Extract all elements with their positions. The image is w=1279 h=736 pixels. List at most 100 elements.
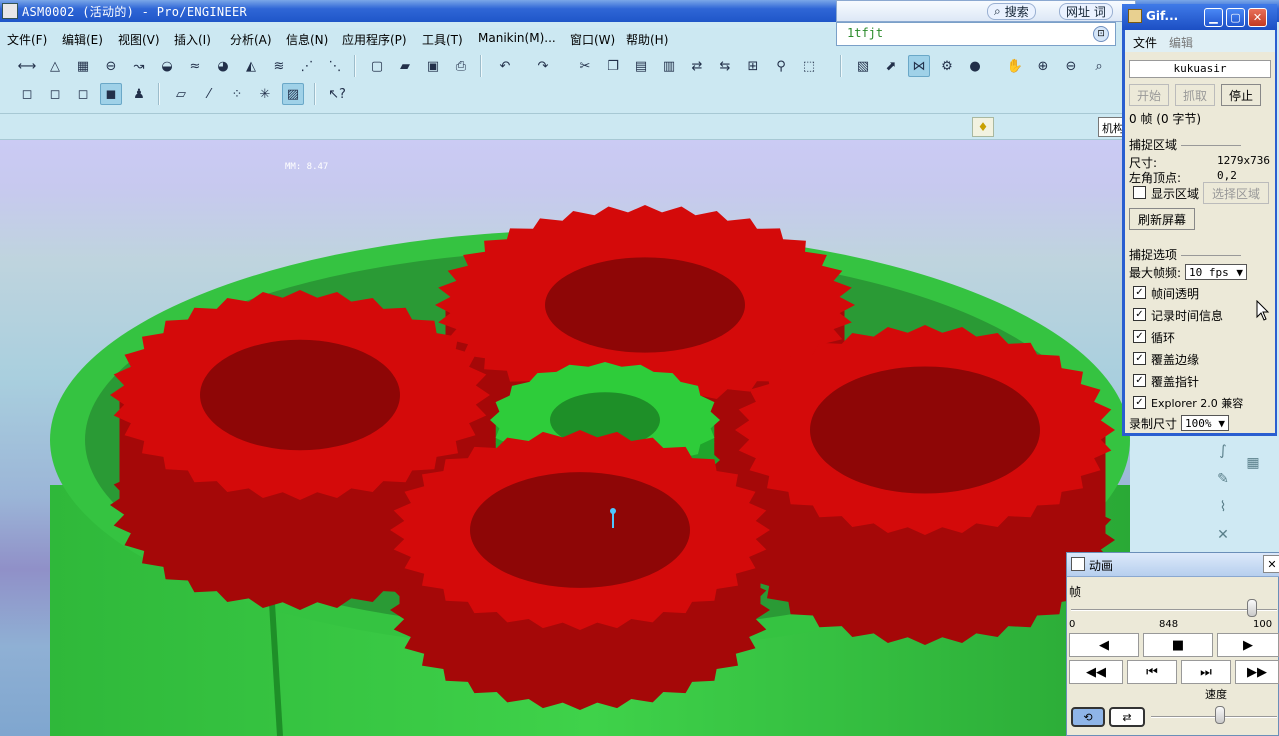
refit-icon[interactable]: ⌕ (1088, 55, 1110, 77)
menu-help[interactable]: 帮助(H) (626, 31, 668, 48)
graphics-window[interactable]: MM: 8.47 (0, 140, 1130, 736)
datum-curve-icon[interactable]: ∫ (1212, 440, 1234, 462)
menu-edit[interactable]: 编辑(E) (62, 31, 103, 48)
curve-analysis-icon[interactable]: ↝ (128, 55, 150, 77)
annotations-icon[interactable]: ▨ (282, 83, 304, 105)
spin-center-icon[interactable]: ⋈ (908, 55, 930, 77)
timeinfo-checkbox[interactable]: ✓ (1133, 308, 1146, 321)
datum-axes-icon[interactable]: ⁄ (198, 83, 220, 105)
rewind-button[interactable]: ◀◀ (1069, 660, 1123, 684)
measure-area-icon[interactable]: △ (44, 55, 66, 77)
datum-points-icon[interactable]: ⁘ (226, 83, 248, 105)
hidden-line-icon[interactable]: ◻ (44, 83, 66, 105)
minimize-button[interactable]: ▁ (1204, 8, 1223, 27)
context-help-icon[interactable]: ↖? (326, 83, 348, 105)
shading-sphere-icon[interactable]: ● (964, 55, 986, 77)
loop-checkbox[interactable]: ✓ (1133, 330, 1146, 343)
maximize-button[interactable]: ▢ (1226, 8, 1245, 27)
tool-cross-icon[interactable]: ✕ (1212, 524, 1234, 546)
animation-close-icon[interactable]: ✕ (1263, 555, 1279, 573)
paste-icon[interactable]: ▤ (630, 55, 652, 77)
mass-properties-icon[interactable]: ▦ (72, 55, 94, 77)
menu-file[interactable]: 文件(F) (7, 31, 47, 48)
shade-analysis-icon[interactable]: ◕ (212, 55, 234, 77)
lightbulb-icon[interactable]: ♦ (972, 117, 994, 137)
search-button[interactable]: ⌕ 搜索 (987, 3, 1036, 20)
refresh-screen-button[interactable]: 刷新屏幕 (1129, 208, 1195, 230)
play-backward-button[interactable]: ◀ (1069, 633, 1139, 657)
speed-slider-thumb[interactable] (1214, 706, 1225, 724)
gif-menu-file[interactable]: 文件 (1133, 34, 1157, 51)
reverse-mode-button[interactable]: ⇄ (1109, 707, 1145, 727)
max-fps-dropdown[interactable]: 10 fps ▼ (1185, 264, 1247, 280)
url-search-button[interactable]: 网址 词 (1059, 3, 1113, 20)
cut-icon[interactable]: ✂ (574, 55, 596, 77)
new-file-icon[interactable]: ▢ (366, 55, 388, 77)
redo-icon[interactable]: ↷ (532, 55, 554, 77)
paste-special-icon[interactable]: ▥ (658, 55, 680, 77)
go-icon[interactable]: ⊡ (1093, 26, 1109, 42)
datum-planes-icon[interactable]: ▱ (170, 83, 192, 105)
section-icon[interactable]: ⊖ (100, 55, 122, 77)
zoom-out-icon[interactable]: ⊖ (1060, 55, 1082, 77)
regen-manager-icon[interactable]: ⇆ (714, 55, 736, 77)
regenerate-icon[interactable]: ⇄ (686, 55, 708, 77)
orient-mode-icon[interactable]: ⚙ (936, 55, 958, 77)
fast-forward-button[interactable]: ▶▶ (1235, 660, 1279, 684)
close-button[interactable]: ✕ (1248, 8, 1267, 27)
sketch-pen-icon[interactable]: ✎ (1212, 468, 1234, 490)
url-input[interactable]: 1tfjt ⊡ (836, 22, 1116, 46)
repaint-icon[interactable]: ▧ (852, 55, 874, 77)
stop-button[interactable]: 停止 (1221, 84, 1261, 106)
pan-hand-icon[interactable]: ✋ (1004, 55, 1026, 77)
menu-tools[interactable]: 工具(T) (422, 31, 463, 48)
reflection-icon[interactable]: ≋ (268, 55, 290, 77)
stop-button[interactable]: ■ (1143, 633, 1213, 657)
shaded-icon[interactable]: ◼ (100, 83, 122, 105)
measure-distance-icon[interactable]: ⟷ (16, 55, 38, 77)
find-icon[interactable]: ⊞ (742, 55, 764, 77)
undo-icon[interactable]: ↶ (494, 55, 516, 77)
binoculars-icon[interactable]: ⚲ (770, 55, 792, 77)
explorer-checkbox[interactable]: ✓ (1133, 396, 1146, 409)
edges-checkbox[interactable]: ✓ (1133, 352, 1146, 365)
record-size-dropdown[interactable]: 100% ▼ (1181, 415, 1229, 431)
wireframe-icon[interactable]: ◻ (16, 83, 38, 105)
curvature-icon[interactable]: ≈ (184, 55, 206, 77)
menu-insert[interactable]: 插入(I) (174, 31, 211, 48)
spring-icon[interactable]: ⌇ (1212, 496, 1234, 518)
grid-icon[interactable]: ▦ (1242, 452, 1264, 474)
step-back-button[interactable]: ⏮ (1127, 660, 1177, 684)
cursor-checkbox[interactable]: ✓ (1133, 374, 1146, 387)
menu-window[interactable]: 窗口(W) (570, 31, 615, 48)
loop-mode-button[interactable]: ⟲ (1071, 707, 1105, 727)
offset-analysis-icon[interactable]: ⋰ (296, 55, 318, 77)
gif-menu-edit[interactable]: 编辑 (1169, 34, 1193, 51)
select-region-button[interactable]: 选择区域 (1203, 182, 1269, 204)
surface-analysis-icon[interactable]: ◒ (156, 55, 178, 77)
open-folder-icon[interactable]: ▰ (394, 55, 416, 77)
draft-analysis-icon[interactable]: ◭ (240, 55, 262, 77)
show-region-checkbox[interactable] (1133, 186, 1146, 199)
menu-info[interactable]: 信息(N) (286, 31, 328, 48)
no-hidden-icon[interactable]: ◻ (72, 83, 94, 105)
zoom-in-icon[interactable]: ⊕ (1032, 55, 1054, 77)
coordinate-systems-icon[interactable]: ✳ (254, 83, 276, 105)
save-icon[interactable]: ▣ (422, 55, 444, 77)
select-box-icon[interactable]: ⬚ (798, 55, 820, 77)
transparent-checkbox[interactable]: ✓ (1133, 286, 1146, 299)
step-forward-button[interactable]: ⏭ (1181, 660, 1231, 684)
frame-slider-thumb[interactable] (1247, 599, 1258, 617)
menu-analysis[interactable]: 分析(A) (230, 31, 272, 48)
frame-slider-track[interactable] (1071, 609, 1277, 611)
start-button[interactable]: 开始 (1129, 84, 1169, 106)
model-tree-icon[interactable]: ♟ (128, 83, 150, 105)
deviation-icon[interactable]: ⋱ (324, 55, 346, 77)
sketch-icon[interactable]: ⬈ (880, 55, 902, 77)
capture-button[interactable]: 抓取 (1175, 84, 1215, 106)
menu-manikin[interactable]: Manikin(M)... (478, 31, 556, 45)
copy-icon[interactable]: ❐ (602, 55, 624, 77)
menu-view[interactable]: 视图(V) (118, 31, 160, 48)
play-forward-button[interactable]: ▶ (1217, 633, 1279, 657)
menu-applications[interactable]: 应用程序(P) (342, 31, 407, 48)
